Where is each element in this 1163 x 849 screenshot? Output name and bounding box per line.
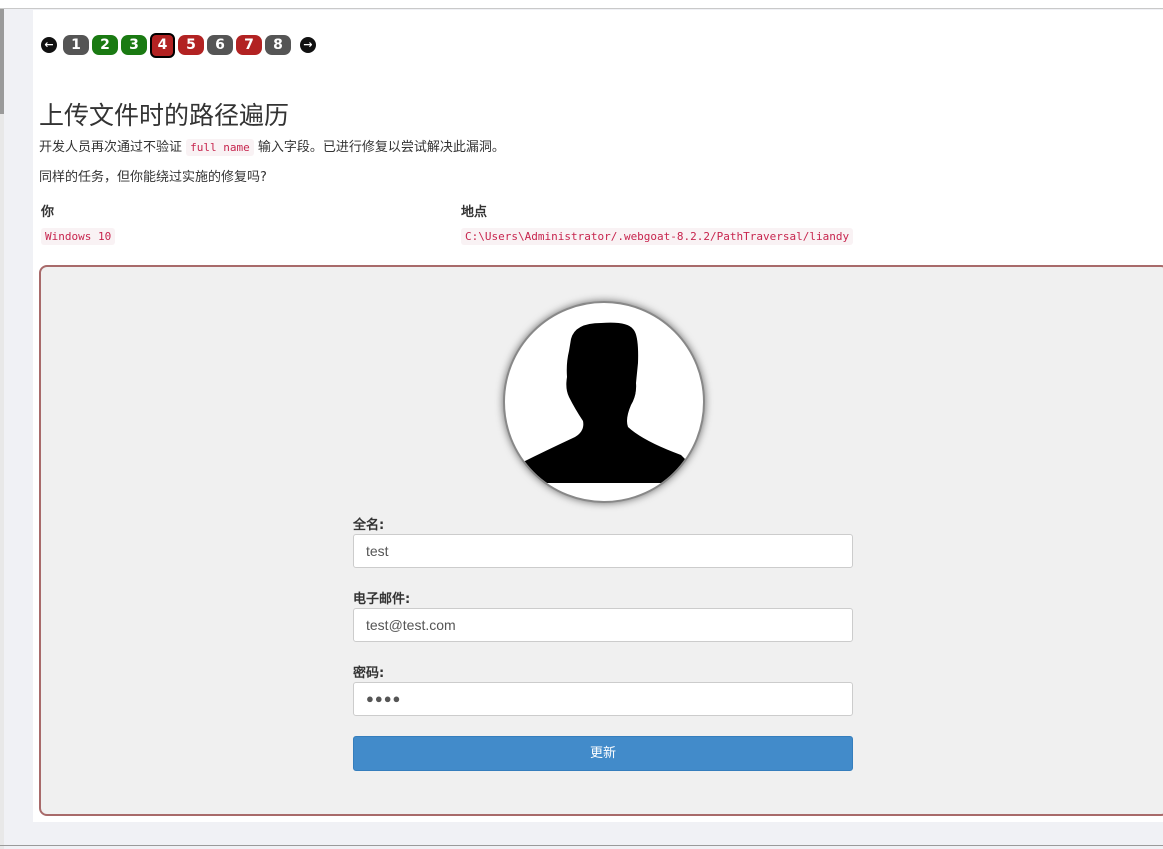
lesson-description: 开发人员再次通过不验证 full name 输入字段。已进行修复以尝试解决此漏洞… <box>39 136 505 156</box>
page-scrollbar-track[interactable] <box>0 9 4 849</box>
user-silhouette-icon[interactable] <box>503 301 705 503</box>
description-text-start: 开发人员再次通过不验证 <box>39 140 183 155</box>
lesson-title: 上传文件时的路径遍历 <box>39 101 290 130</box>
profile-form: 全名: test 电子邮件: test@test.com 密码: ●●●● 更新 <box>353 514 853 771</box>
password-input[interactable]: ●●●● <box>353 682 853 716</box>
table-header-location: 地点 <box>461 205 488 220</box>
page-button-7[interactable]: 7 <box>236 35 262 55</box>
page-button-6[interactable]: 6 <box>207 35 233 55</box>
lesson-question: 同样的任务，但你能绕过实施的修复吗? <box>39 170 267 185</box>
password-label: 密码: <box>353 666 385 681</box>
update-button[interactable]: 更新 <box>353 736 853 771</box>
page-button-5[interactable]: 5 <box>178 35 204 55</box>
email-label: 电子邮件: <box>353 592 411 607</box>
fullname-input[interactable]: test <box>353 534 853 568</box>
arrow-left-icon[interactable]: ← <box>41 37 57 53</box>
field-name-code: full name <box>186 139 254 156</box>
page-button-3[interactable]: 3 <box>121 35 147 55</box>
page-button-4-current[interactable]: 4 <box>150 32 175 58</box>
table-header-you: 你 <box>41 205 55 220</box>
arrow-right-icon[interactable]: → <box>300 37 316 53</box>
location-value: C:\Users\Administrator/.webgoat-8.2.2/Pa… <box>461 228 854 245</box>
os-value: Windows 10 <box>41 228 116 245</box>
page-button-2[interactable]: 2 <box>92 35 118 55</box>
lesson-pager: ← 1 2 3 4 5 6 7 8 → <box>41 32 316 58</box>
page-scrollbar-thumb[interactable] <box>0 9 4 114</box>
lesson-content: ← 1 2 3 4 5 6 7 8 → 上传文件时的路径遍历 开发人员再次通过不… <box>33 10 1163 822</box>
page-button-8[interactable]: 8 <box>265 35 291 55</box>
bottom-divider <box>0 845 1163 846</box>
description-text-end: 输入字段。已进行修复以尝试解决此漏洞。 <box>257 140 505 155</box>
email-input[interactable]: test@test.com <box>353 608 853 642</box>
fullname-label: 全名: <box>353 518 385 533</box>
browser-top-bar <box>0 0 1163 9</box>
page-button-1[interactable]: 1 <box>63 35 89 55</box>
profile-upload-panel: 全名: test 电子邮件: test@test.com 密码: ●●●● 更新 <box>39 265 1163 816</box>
